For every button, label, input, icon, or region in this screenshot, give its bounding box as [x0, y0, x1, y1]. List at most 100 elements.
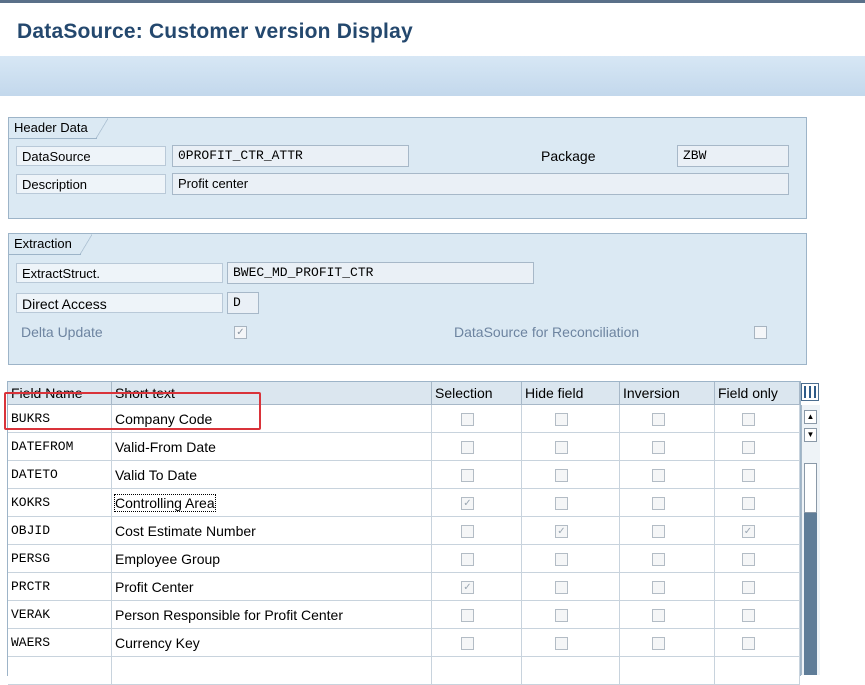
- col-header-inversion[interactable]: Inversion: [620, 382, 715, 405]
- hide-checkbox[interactable]: [555, 609, 568, 622]
- hide-checkbox[interactable]: [555, 441, 568, 454]
- table-row[interactable]: OBJID Cost Estimate Number ✓ ✓: [8, 517, 800, 545]
- hide-checkbox[interactable]: [555, 581, 568, 594]
- inversion-checkbox[interactable]: [651, 469, 665, 482]
- field-only-checkbox[interactable]: ✓: [741, 525, 755, 538]
- short-text-cell[interactable]: Valid-From Date: [112, 433, 432, 461]
- inversion-checkbox[interactable]: [651, 637, 665, 650]
- table-row[interactable]: WAERS Currency Key: [8, 629, 800, 657]
- table-row[interactable]: PERSG Employee Group: [8, 545, 800, 573]
- description-field[interactable]: Profit center: [172, 173, 789, 195]
- field-only-checkbox[interactable]: [741, 637, 755, 650]
- inversion-checkbox[interactable]: [651, 497, 665, 510]
- inversion-cell: [620, 573, 715, 601]
- inversion-checkbox[interactable]: [651, 413, 665, 426]
- field-name-cell[interactable]: VERAK: [8, 601, 112, 629]
- package-label: Package: [541, 148, 596, 164]
- short-text-cell[interactable]: Valid To Date: [112, 461, 432, 489]
- description-label: Description: [16, 174, 166, 194]
- hide-checkbox[interactable]: [555, 637, 568, 650]
- field-name-cell[interactable]: DATETO: [8, 461, 112, 489]
- selection-checkbox[interactable]: [461, 553, 474, 566]
- selection-checkbox[interactable]: ✓: [461, 581, 474, 594]
- selection-checkbox[interactable]: [461, 469, 474, 482]
- field-name-cell[interactable]: PRCTR: [8, 573, 112, 601]
- field-only-cell: ✓: [715, 517, 800, 545]
- col-header-selection[interactable]: Selection: [432, 382, 522, 405]
- selection-checkbox[interactable]: [461, 441, 474, 454]
- field-only-checkbox[interactable]: [741, 441, 755, 454]
- col-header-field-only[interactable]: Field only: [715, 382, 800, 405]
- hide-cell: ✓: [522, 517, 620, 545]
- short-text-cell[interactable]: Employee Group: [112, 545, 432, 573]
- inversion-cell: [620, 433, 715, 461]
- inversion-cell: [620, 545, 715, 573]
- table-settings-icon[interactable]: [801, 383, 819, 401]
- table-row[interactable]: DATEFROM Valid-From Date: [8, 433, 800, 461]
- field-only-cell: [715, 405, 800, 433]
- direct-access-field[interactable]: D: [227, 292, 259, 314]
- selection-checkbox[interactable]: [461, 637, 474, 650]
- scrollbar-thumb[interactable]: [804, 463, 817, 513]
- hide-cell: [522, 545, 620, 573]
- inversion-cell: [620, 629, 715, 657]
- package-field[interactable]: ZBW: [677, 145, 789, 167]
- hide-checkbox[interactable]: [555, 497, 568, 510]
- short-text-cell[interactable]: Currency Key: [112, 629, 432, 657]
- hide-cell: [522, 461, 620, 489]
- table-row[interactable]: PRCTR Profit Center ✓: [8, 573, 800, 601]
- field-name-cell[interactable]: KOKRS: [8, 489, 112, 517]
- arrow-down-icon[interactable]: ▼: [804, 428, 817, 442]
- selection-checkbox[interactable]: [461, 525, 474, 538]
- short-text-value: Cost Estimate Number: [115, 523, 256, 539]
- inversion-cell: [620, 657, 715, 685]
- vertical-scrollbar[interactable]: ▲ ▼: [801, 405, 820, 675]
- hide-checkbox[interactable]: [555, 469, 568, 482]
- field-only-cell: [715, 433, 800, 461]
- short-text-cell[interactable]: Profit Center: [112, 573, 432, 601]
- field-only-checkbox[interactable]: [741, 553, 755, 566]
- field-name-cell[interactable]: [8, 657, 112, 685]
- hide-checkbox[interactable]: ✓: [555, 525, 568, 538]
- inversion-checkbox[interactable]: [651, 525, 665, 538]
- field-only-checkbox[interactable]: [741, 609, 755, 622]
- field-only-checkbox[interactable]: [741, 581, 755, 594]
- short-text-cell[interactable]: [112, 657, 432, 685]
- extraction-tab: Extraction: [9, 234, 92, 255]
- arrow-up-icon[interactable]: ▲: [804, 410, 817, 424]
- inversion-checkbox[interactable]: [651, 609, 665, 622]
- field-only-cell: [715, 545, 800, 573]
- inversion-cell: [620, 461, 715, 489]
- field-only-checkbox[interactable]: [741, 497, 755, 510]
- selection-cell: [432, 461, 522, 489]
- table-row[interactable]: VERAK Person Responsible for Profit Cente…: [8, 601, 800, 629]
- selection-checkbox[interactable]: [461, 609, 474, 622]
- hide-cell: [522, 405, 620, 433]
- field-only-checkbox[interactable]: [741, 469, 755, 482]
- short-text-cell[interactable]: Controlling Area: [112, 489, 432, 517]
- table-row[interactable]: [8, 657, 800, 685]
- short-text-value: Profit Center: [115, 579, 194, 595]
- hide-checkbox[interactable]: [555, 553, 568, 566]
- hide-cell: [522, 433, 620, 461]
- reconciliation-checkbox: [754, 326, 767, 339]
- field-name-cell[interactable]: OBJID: [8, 517, 112, 545]
- inversion-checkbox[interactable]: [651, 441, 665, 454]
- hide-checkbox[interactable]: [555, 413, 568, 426]
- datasource-field[interactable]: 0PROFIT_CTR_ATTR: [172, 145, 409, 167]
- field-name-cell[interactable]: DATEFROM: [8, 433, 112, 461]
- table-row[interactable]: DATETO Valid To Date: [8, 461, 800, 489]
- field-name-cell[interactable]: WAERS: [8, 629, 112, 657]
- field-name-cell[interactable]: PERSG: [8, 545, 112, 573]
- inversion-checkbox[interactable]: [651, 553, 665, 566]
- selection-checkbox[interactable]: [461, 413, 474, 426]
- inversion-cell: [620, 601, 715, 629]
- short-text-cell[interactable]: Cost Estimate Number: [112, 517, 432, 545]
- col-header-hide-field[interactable]: Hide field: [522, 382, 620, 405]
- selection-checkbox[interactable]: ✓: [461, 497, 474, 510]
- short-text-cell[interactable]: Person Responsible for Profit Center: [112, 601, 432, 629]
- table-row[interactable]: KOKRS Controlling Area ✓: [8, 489, 800, 517]
- field-only-checkbox[interactable]: [741, 413, 755, 426]
- inversion-checkbox[interactable]: [651, 581, 665, 594]
- extract-struct-field[interactable]: BWEC_MD_PROFIT_CTR: [227, 262, 534, 284]
